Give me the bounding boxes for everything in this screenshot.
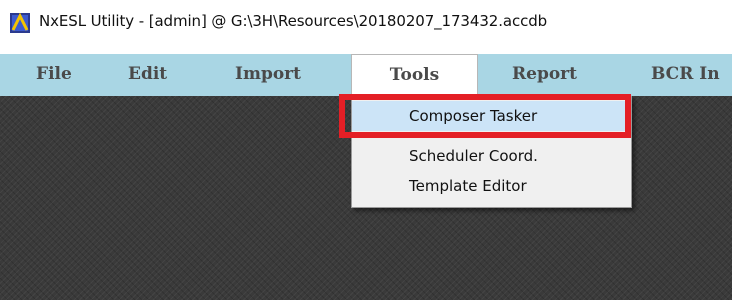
menu-tools[interactable]: Tools: [351, 54, 478, 96]
window-title: NxESL Utility - [admin] @ G:\3H\Resource…: [39, 12, 548, 30]
menu-bcr[interactable]: BCR In: [651, 54, 720, 96]
title-bar: NxESL Utility - [admin] @ G:\3H\Resource…: [0, 0, 732, 46]
menu-edit[interactable]: Edit: [128, 54, 167, 96]
menu-import[interactable]: Import: [235, 54, 301, 96]
menu-file[interactable]: File: [36, 54, 72, 96]
menu-item-template-editor[interactable]: Template Editor: [352, 171, 631, 201]
app-icon: [10, 13, 30, 33]
annotation-highlight-box: [339, 94, 631, 138]
menu-report[interactable]: Report: [512, 54, 577, 96]
menu-bar: File Edit Import Tools Report BCR In: [0, 54, 732, 96]
menu-item-scheduler-coord[interactable]: Scheduler Coord.: [352, 141, 631, 171]
menu-item-label: Scheduler Coord.: [409, 147, 538, 165]
menu-item-label: Template Editor: [409, 177, 527, 195]
